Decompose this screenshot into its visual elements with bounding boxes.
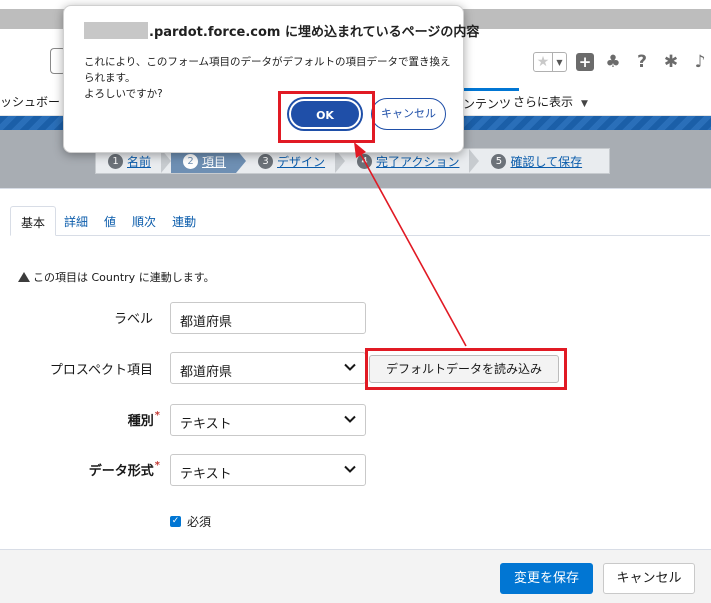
nav-item-dashboard[interactable]: ッシュボード [0, 93, 72, 110]
step-label: 項目 [202, 154, 227, 169]
tab-dependencies[interactable]: 連動 [164, 206, 204, 236]
step-number: 1 [108, 153, 123, 169]
step-number: 4 [357, 153, 373, 169]
dependency-warning: この項目は Country に連動します。 [18, 269, 215, 285]
nav-more-label: さらに表示 [513, 95, 574, 109]
dialog-cancel-button[interactable]: キャンセル [371, 98, 446, 130]
nav-more-menu[interactable]: さらに表示 ▼ [513, 93, 588, 110]
nav-item-content[interactable]: ンテンツ [455, 88, 520, 116]
field-editor-panel: 基本 詳細 値 順次 連動 この項目は Country に連動します。 ラベル … [0, 188, 711, 603]
cancel-button[interactable]: キャンセル [603, 563, 695, 594]
step-label: 完了アクション [376, 154, 460, 169]
tab-values[interactable]: 値 [96, 206, 124, 236]
step-confirm-save[interactable]: 5 確認して保存 [479, 149, 592, 173]
dialog-title: .pardot.force.com に埋め込まれているページの内容 [84, 21, 479, 40]
required-asterisk: * [154, 410, 160, 421]
help-icon[interactable]: ? [632, 52, 652, 72]
tab-progressive[interactable]: 順次 [124, 206, 164, 236]
save-changes-button[interactable]: 変更を保存 [500, 563, 593, 594]
dialog-message-line: これにより、このフォーム項目のデータがデフォルトの項目データで置き換えられます。 [84, 56, 451, 84]
favorite-star-icon[interactable]: ★ [533, 52, 553, 72]
format-field-label: データ形式* [60, 460, 160, 479]
global-add-icon[interactable]: + [576, 53, 594, 71]
header-actions: ★ ▼ + ♣ ? ✱ ♪ [533, 50, 710, 74]
step-label: 確認して保存 [510, 154, 583, 169]
redacted-domain [84, 22, 148, 39]
type-label-text: 種別 [127, 414, 154, 429]
prospect-field-label: プロスペクト項目 [49, 363, 153, 378]
required-checkbox-label: 必須 [187, 515, 212, 529]
highlight-ok-button [278, 91, 375, 143]
confirm-dialog: .pardot.force.com に埋め込まれているページの内容 これにより、… [63, 5, 479, 153]
format-select[interactable]: テキスト [170, 454, 366, 486]
label-input[interactable]: 都道府県 [170, 302, 366, 334]
warning-icon [18, 272, 30, 282]
step-number: 3 [258, 153, 274, 169]
chevron-down-icon [344, 363, 356, 371]
step-separator [469, 149, 480, 173]
chevron-down-icon [344, 415, 356, 423]
step-label: デザイン [277, 154, 326, 169]
type-value: テキスト [180, 417, 232, 432]
bell-icon[interactable]: ♪ [690, 52, 710, 72]
chevron-down-icon [344, 465, 356, 473]
dialog-title-text: .pardot.force.com に埋め込まれているページの内容 [149, 25, 480, 40]
warning-text: この項目は Country に連動します。 [33, 271, 215, 284]
tab-advanced[interactable]: 詳細 [56, 206, 96, 236]
favorites-dropdown-icon[interactable]: ▼ [553, 52, 567, 72]
prospect-field-value: 都道府県 [180, 365, 233, 380]
type-select[interactable]: テキスト [170, 404, 366, 436]
dialog-message: これにより、このフォーム項目のデータがデフォルトの項目データで置き換えられます。… [84, 54, 454, 102]
screen: ★ ▼ + ♣ ? ✱ ♪ ッシュボード ンテンツ さらに表示 ▼ 1 名前 2 項目… [0, 0, 711, 603]
chevron-down-icon: ▼ [581, 99, 588, 109]
required-asterisk: * [154, 460, 160, 471]
step-number: 2 [183, 153, 199, 169]
type-field-label: 種別* [100, 410, 160, 429]
required-checkbox[interactable]: ✓ 必須 [170, 513, 211, 530]
prospect-field-select[interactable]: 都道府県 [170, 352, 366, 384]
panel-footer: 変更を保存 キャンセル [0, 549, 711, 603]
field-tabs: 基本 詳細 値 順次 連動 [10, 206, 710, 236]
trailhead-icon[interactable]: ♣ [603, 52, 623, 72]
format-label-text: データ形式 [88, 464, 154, 479]
tab-basic[interactable]: 基本 [10, 206, 57, 236]
format-value: テキスト [180, 467, 232, 482]
checkbox-checked-icon: ✓ [170, 516, 181, 527]
gear-icon[interactable]: ✱ [661, 52, 681, 72]
step-label: 名前 [127, 154, 152, 169]
label-field-label: ラベル [113, 312, 153, 327]
highlight-load-default-button [365, 348, 567, 390]
step-number: 5 [491, 153, 507, 169]
